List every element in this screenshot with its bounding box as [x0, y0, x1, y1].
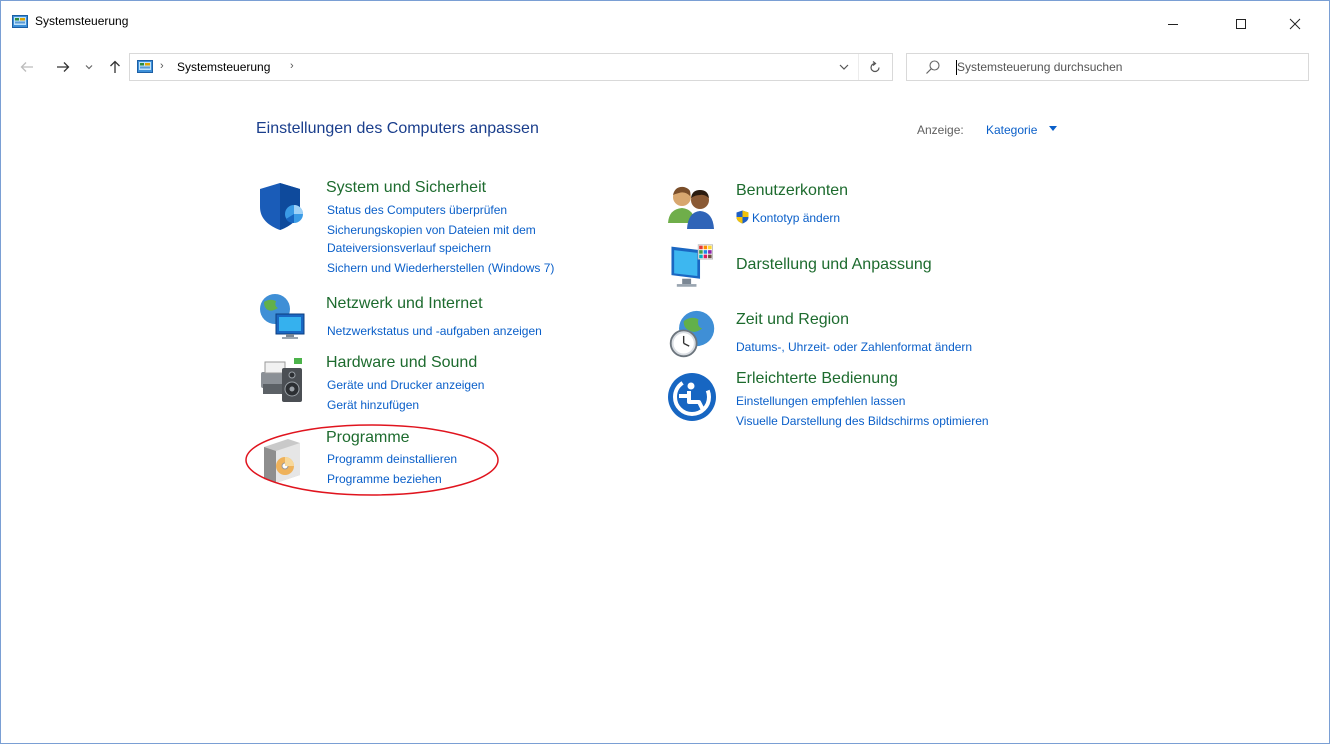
recent-locations-button[interactable]	[80, 55, 98, 79]
link-file-history-backup-line2[interactable]: Dateiversionsverlauf speichern	[327, 241, 491, 255]
link-devices-printers[interactable]: Geräte und Drucker anzeigen	[327, 378, 484, 392]
up-button[interactable]	[102, 55, 128, 79]
page-title: Einstellungen des Computers anpassen	[256, 120, 539, 137]
search-box[interactable]	[906, 53, 1309, 81]
view-by-label: Anzeige:	[917, 123, 964, 137]
close-icon	[1289, 18, 1301, 30]
window-title: Systemsteuerung	[35, 14, 129, 28]
search-icon	[926, 60, 940, 74]
clock-globe-icon[interactable]	[667, 310, 717, 360]
control-panel-icon	[12, 15, 28, 28]
minimize-button[interactable]	[1150, 0, 1196, 48]
address-bar[interactable]: › Systemsteuerung ›	[129, 53, 893, 81]
forward-button[interactable]	[50, 55, 76, 79]
window-frame	[0, 0, 1330, 744]
search-input[interactable]	[957, 59, 1297, 75]
arrow-right-icon	[57, 62, 70, 72]
category-hardware-sound[interactable]: Hardware und Sound	[326, 354, 477, 372]
link-backup-restore-win7[interactable]: Sichern und Wiederherstellen (Windows 7)	[327, 261, 554, 275]
control-panel-icon	[137, 60, 153, 73]
view-by-dropdown[interactable]: Kategorie	[986, 123, 1037, 137]
dropdown-arrow-icon[interactable]	[1049, 126, 1057, 131]
category-network-internet[interactable]: Netzwerk und Internet	[326, 295, 483, 313]
close-button[interactable]	[1272, 0, 1318, 48]
link-optimize-display[interactable]: Visuelle Darstellung des Bildschirms opt…	[736, 414, 989, 428]
programs-disc-icon[interactable]	[258, 435, 308, 485]
shield-icon[interactable]	[258, 181, 308, 231]
maximize-icon	[1236, 19, 1246, 29]
back-button[interactable]	[14, 55, 40, 79]
address-divider	[858, 54, 859, 80]
breadcrumb-separator-icon[interactable]: ›	[290, 60, 294, 72]
uac-shield-icon	[736, 210, 749, 224]
category-ease-of-access[interactable]: Erleichterte Bedienung	[736, 370, 898, 388]
category-appearance-personalization[interactable]: Darstellung und Anpassung	[736, 256, 932, 274]
arrow-up-icon	[110, 60, 120, 73]
printer-speaker-icon[interactable]	[258, 356, 308, 406]
category-programs[interactable]: Programme	[326, 429, 410, 447]
link-file-history-backup[interactable]: Sicherungskopien von Dateien mit dem	[327, 223, 536, 237]
link-date-time-number-format[interactable]: Datums-, Uhrzeit- oder Zahlenformat ände…	[736, 340, 972, 354]
link-uninstall-program[interactable]: Programm deinstallieren	[327, 452, 457, 466]
network-globe-icon[interactable]	[258, 292, 308, 342]
link-get-programs[interactable]: Programme beziehen	[327, 472, 442, 486]
link-network-status[interactable]: Netzwerkstatus und -aufgaben anzeigen	[327, 324, 542, 338]
monitor-palette-icon[interactable]	[667, 243, 717, 293]
minimize-icon	[1168, 24, 1178, 25]
breadcrumb-separator-icon[interactable]: ›	[160, 60, 164, 72]
link-check-computer-status[interactable]: Status des Computers überprüfen	[327, 203, 507, 217]
link-add-device[interactable]: Gerät hinzufügen	[327, 398, 419, 412]
chevron-down-icon	[85, 65, 93, 70]
category-user-accounts[interactable]: Benutzerkonten	[736, 182, 848, 200]
refresh-button[interactable]	[865, 58, 885, 76]
arrow-left-icon	[20, 62, 33, 72]
breadcrumb-item[interactable]: Systemsteuerung	[177, 60, 270, 74]
refresh-icon	[870, 60, 880, 72]
ease-of-access-icon[interactable]	[667, 372, 717, 422]
maximize-button[interactable]	[1218, 0, 1264, 48]
link-change-account-type[interactable]: Kontotyp ändern	[752, 211, 840, 225]
chevron-down-icon	[839, 64, 849, 70]
category-system-security[interactable]: System und Sicherheit	[326, 179, 486, 197]
category-clock-region[interactable]: Zeit und Region	[736, 311, 849, 329]
address-dropdown-button[interactable]	[835, 58, 853, 76]
users-icon[interactable]	[667, 183, 717, 233]
title-bar: Systemsteuerung	[0, 0, 1330, 48]
link-recommend-settings[interactable]: Einstellungen empfehlen lassen	[736, 394, 905, 408]
